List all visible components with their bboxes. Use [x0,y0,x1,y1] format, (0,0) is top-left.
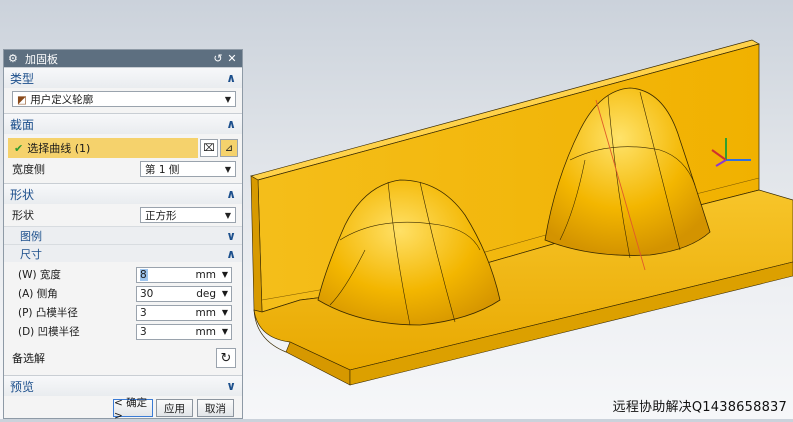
chevron-down-icon[interactable]: ∨ [226,229,236,243]
dimension-row-angle: (A) 侧角 30 deg ▼ [4,284,242,303]
cancel-button[interactable]: 取消 [197,399,234,417]
dropdown-arrow-icon: ▼ [224,210,231,220]
width-side-row: 宽度侧 第 1 侧 ▼ [4,158,242,180]
dropdown-arrow-icon: ▼ [224,94,231,104]
alternate-solution-label: 备选解 [12,352,45,365]
apply-button[interactable]: 应用 [156,399,193,417]
section-section-label: 截面 [10,117,35,132]
section-shape-header[interactable]: 形状 ∧ [4,183,242,204]
chevron-up-icon[interactable]: ∧ [226,187,236,201]
width-side-value: 第 1 侧 [145,163,180,176]
alternate-solution-row: 备选解 ↻ [4,345,242,371]
dimension-value: 8 [140,268,148,281]
dimension-value: 3 [140,325,147,338]
ok-button[interactable]: < 确定 > [113,397,153,422]
chevron-up-icon[interactable]: ∧ [226,247,236,261]
dropdown-arrow-icon[interactable]: ▼ [216,308,228,317]
stiffener-dialog: ⚙ 加固板 ↺ ✕ 类型 ∧ ◩ 用户定义轮廓 ▼ 截面 ∧ ✔ 选择曲线 (1… [3,49,243,422]
die-radius-input[interactable]: 3 mm ▼ [136,323,232,340]
dialog-title: 加固板 [25,52,58,66]
gear-icon[interactable]: ⚙ [8,52,22,65]
shape-row: 形状 正方形 ▼ [4,204,242,226]
dialog-titlebar[interactable]: ⚙ 加固板 ↺ ✕ [4,50,242,67]
chevron-up-icon[interactable]: ∧ [226,71,236,85]
section-preview-header[interactable]: 预览 ∨ [4,375,242,396]
dimension-label: (W) 宽度 [18,269,61,281]
dimension-unit: mm [195,325,216,338]
width-side-select[interactable]: 第 1 侧 ▼ [140,161,236,177]
shape-value: 正方形 [145,209,177,222]
dimension-unit: mm [195,268,216,281]
alternate-solution-icon[interactable]: ↻ [216,348,236,368]
dropdown-arrow-icon: ▼ [224,164,231,174]
dropdown-arrow-icon[interactable]: ▼ [216,327,228,336]
shape-label: 形状 [12,209,34,222]
section-section-header[interactable]: 截面 ∧ [4,113,242,134]
dimensions-label: 尺寸 [20,247,42,261]
section-shape-label: 形状 [10,187,35,202]
dimension-unit: deg [196,287,216,300]
dimension-row-width: (W) 宽度 8 mm ▼ [4,265,242,284]
type-select-value: 用户定义轮廓 [30,93,94,106]
dimension-value: 3 [140,306,147,319]
dimension-row-die-radius: (D) 凹模半径 3 mm ▼ [4,322,242,341]
width-input[interactable]: 8 mm ▼ [136,266,232,283]
dimensions-header[interactable]: 尺寸 ∧ [4,244,242,262]
chevron-down-icon[interactable]: ∨ [226,379,236,393]
profile-type-icon: ◩ [17,93,27,106]
dimension-unit: mm [195,306,216,319]
legend-header[interactable]: 图例 ∨ [4,226,242,244]
dimension-label: (D) 凹模半径 [18,326,80,338]
dimension-label: (A) 侧角 [18,288,58,300]
sketch-icon[interactable]: ⊿ [220,139,238,157]
legend-label: 图例 [20,229,42,243]
dimension-value: 30 [140,287,154,300]
type-select[interactable]: ◩ 用户定义轮廓 ▼ [12,91,236,107]
punch-radius-input[interactable]: 3 mm ▼ [136,304,232,321]
reset-icon[interactable]: ↺ [212,52,224,65]
chevron-up-icon[interactable]: ∧ [226,117,236,131]
select-curve-label: 选择曲线 (1) [27,142,91,155]
dropdown-arrow-icon[interactable]: ▼ [216,270,228,279]
curve-select-icon[interactable]: ⌧ [200,139,218,157]
dimension-row-punch-radius: (P) 凸模半径 3 mm ▼ [4,303,242,322]
dimension-label: (P) 凸模半径 [18,307,78,319]
width-side-label: 宽度侧 [12,163,45,176]
shape-select[interactable]: 正方形 ▼ [140,207,236,223]
close-icon[interactable]: ✕ [226,52,238,65]
watermark-text: 远程协助解决Q1438658837 [612,400,787,415]
select-curve-row[interactable]: ✔ 选择曲线 (1) [8,138,198,158]
dropdown-arrow-icon[interactable]: ▼ [216,289,228,298]
section-type-label: 类型 [10,71,35,86]
section-type-header[interactable]: 类型 ∧ [4,67,242,88]
type-row: ◩ 用户定义轮廓 ▼ [4,88,242,110]
check-icon: ✔ [14,141,24,155]
section-preview-label: 预览 [10,379,35,394]
angle-input[interactable]: 30 deg ▼ [136,285,232,302]
